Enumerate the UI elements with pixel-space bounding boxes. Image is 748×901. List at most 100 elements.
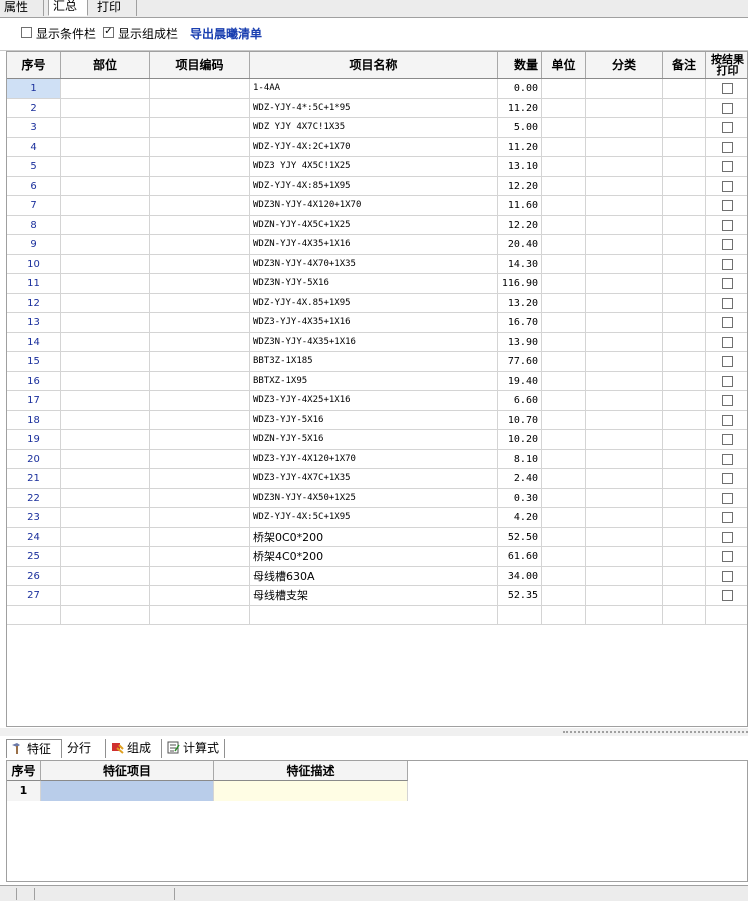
table-row[interactable]: 26 母线槽630A 34.00 bbox=[7, 566, 747, 586]
remark-cell[interactable] bbox=[663, 332, 706, 352]
seq-cell[interactable]: 8 bbox=[7, 215, 61, 235]
print-checkbox[interactable] bbox=[722, 102, 733, 114]
category-cell[interactable] bbox=[586, 215, 663, 235]
part-cell[interactable] bbox=[61, 157, 150, 177]
qty-cell[interactable]: 20.40 bbox=[498, 235, 542, 255]
header-qty[interactable]: 数量 bbox=[498, 52, 542, 78]
part-cell[interactable] bbox=[61, 469, 150, 489]
remark-cell[interactable] bbox=[663, 566, 706, 586]
remark-cell[interactable] bbox=[663, 137, 706, 157]
print-by-result-cell[interactable] bbox=[706, 177, 747, 196]
seq-cell[interactable]: 16 bbox=[7, 371, 61, 391]
seq-cell[interactable]: 20 bbox=[7, 449, 61, 469]
unit-cell[interactable] bbox=[542, 235, 586, 255]
table-row[interactable]: 7 WDZ3N-YJY-4X120+1X70 11.60 bbox=[7, 196, 747, 216]
print-by-result-cell[interactable] bbox=[706, 235, 747, 255]
unit-cell[interactable] bbox=[542, 293, 586, 313]
part-cell[interactable] bbox=[61, 98, 150, 118]
print-checkbox[interactable] bbox=[722, 180, 733, 192]
unit-cell[interactable] bbox=[542, 313, 586, 333]
unit-cell[interactable] bbox=[542, 449, 586, 469]
name-cell[interactable]: WDZ YJY 4X7C!1X35 bbox=[250, 118, 498, 138]
seq-cell[interactable]: 18 bbox=[7, 410, 61, 430]
part-cell[interactable] bbox=[61, 449, 150, 469]
code-cell[interactable] bbox=[150, 157, 250, 177]
part-cell[interactable] bbox=[61, 293, 150, 313]
remark-cell[interactable] bbox=[663, 391, 706, 411]
print-checkbox[interactable] bbox=[722, 356, 733, 367]
seq-cell[interactable]: 22 bbox=[7, 488, 61, 508]
category-cell[interactable] bbox=[586, 196, 663, 216]
qty-cell[interactable]: 116.90 bbox=[498, 274, 542, 294]
table-row[interactable]: 23 WDZ-YJY-4X:5C+1X95 4.20 bbox=[7, 508, 747, 528]
part-cell[interactable] bbox=[61, 137, 150, 157]
unit-cell[interactable] bbox=[542, 566, 586, 586]
print-by-result-cell[interactable] bbox=[706, 469, 747, 489]
table-row[interactable]: 1 1-4AA 0.00 bbox=[7, 79, 747, 99]
tab-formula[interactable]: 计算式 bbox=[163, 739, 225, 758]
unit-cell[interactable] bbox=[542, 430, 586, 450]
code-cell[interactable] bbox=[150, 566, 250, 586]
part-cell[interactable] bbox=[61, 410, 150, 430]
print-checkbox[interactable] bbox=[722, 512, 733, 523]
code-cell[interactable] bbox=[150, 410, 250, 430]
code-cell[interactable] bbox=[150, 469, 250, 489]
remark-cell[interactable] bbox=[663, 469, 706, 489]
unit-cell[interactable] bbox=[542, 527, 586, 547]
category-cell[interactable] bbox=[586, 488, 663, 508]
remark-cell[interactable] bbox=[663, 293, 706, 313]
name-cell[interactable]: 1-4AA bbox=[250, 79, 498, 99]
part-cell[interactable] bbox=[61, 371, 150, 391]
table-row[interactable]: 13 WDZ3-YJY-4X35+1X16 16.70 bbox=[7, 313, 747, 333]
tab-split-row[interactable]: 分行 bbox=[63, 739, 106, 758]
print-checkbox[interactable] bbox=[722, 239, 733, 250]
print-by-result-cell[interactable] bbox=[706, 99, 747, 118]
unit-cell[interactable] bbox=[542, 118, 586, 138]
seq-cell[interactable]: 6 bbox=[7, 176, 61, 196]
show-group-checkbox[interactable]: ✓ bbox=[103, 27, 114, 38]
print-by-result-cell[interactable] bbox=[706, 489, 747, 508]
empty-cell[interactable] bbox=[150, 605, 250, 625]
code-cell[interactable] bbox=[150, 352, 250, 372]
unit-cell[interactable] bbox=[542, 469, 586, 489]
name-cell[interactable]: WDZ3-YJY-4X25+1X16 bbox=[250, 391, 498, 411]
print-checkbox[interactable] bbox=[722, 161, 733, 172]
remark-cell[interactable] bbox=[663, 313, 706, 333]
empty-cell[interactable] bbox=[7, 605, 61, 625]
qty-cell[interactable]: 10.70 bbox=[498, 410, 542, 430]
name-cell[interactable]: BBT3Z-1X185 bbox=[250, 352, 498, 372]
qty-cell[interactable]: 13.10 bbox=[498, 157, 542, 177]
print-checkbox[interactable] bbox=[722, 414, 733, 426]
table-row[interactable]: 20 WDZ3-YJY-4X120+1X70 8.10 bbox=[7, 449, 747, 469]
category-cell[interactable] bbox=[586, 235, 663, 255]
empty-cell[interactable] bbox=[498, 605, 542, 625]
table-row[interactable]: 9 WDZN-YJY-4X35+1X16 20.40 bbox=[7, 235, 747, 255]
name-cell[interactable]: WDZ-YJY-4X:85+1X95 bbox=[250, 176, 498, 196]
print-checkbox[interactable] bbox=[722, 278, 733, 289]
table-row[interactable]: 17 WDZ3-YJY-4X25+1X16 6.60 bbox=[7, 391, 747, 411]
name-cell[interactable]: WDZ-YJY-4X:5C+1X95 bbox=[250, 508, 498, 528]
feature-header-item[interactable]: 特征项目 bbox=[41, 761, 214, 781]
part-cell[interactable] bbox=[61, 566, 150, 586]
remark-cell[interactable] bbox=[663, 196, 706, 216]
seq-cell[interactable]: 7 bbox=[7, 196, 61, 216]
print-by-result-cell[interactable] bbox=[706, 528, 747, 547]
code-cell[interactable] bbox=[150, 98, 250, 118]
table-row[interactable]: 8 WDZN-YJY-4X5C+1X25 12.20 bbox=[7, 215, 747, 235]
category-cell[interactable] bbox=[586, 313, 663, 333]
category-cell[interactable] bbox=[586, 293, 663, 313]
name-cell[interactable]: WDZN-YJY-5X16 bbox=[250, 430, 498, 450]
category-cell[interactable] bbox=[586, 410, 663, 430]
qty-cell[interactable]: 6.60 bbox=[498, 391, 542, 411]
seq-cell[interactable]: 5 bbox=[7, 157, 61, 177]
unit-cell[interactable] bbox=[542, 410, 586, 430]
print-by-result-cell[interactable] bbox=[706, 138, 747, 157]
part-cell[interactable] bbox=[61, 176, 150, 196]
name-cell[interactable]: WDZ3N-YJY-4X35+1X16 bbox=[250, 332, 498, 352]
tab-summary[interactable]: 汇总 bbox=[48, 0, 88, 16]
qty-cell[interactable]: 11.20 bbox=[498, 137, 542, 157]
splitter-grip[interactable] bbox=[563, 731, 748, 735]
print-checkbox[interactable] bbox=[722, 200, 733, 211]
table-row[interactable]: 3 WDZ YJY 4X7C!1X35 5.00 bbox=[7, 118, 747, 138]
part-cell[interactable] bbox=[61, 274, 150, 294]
